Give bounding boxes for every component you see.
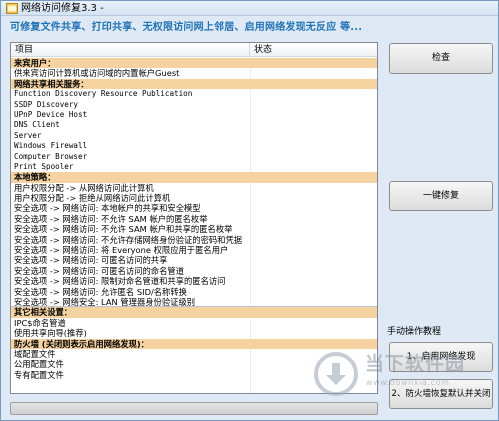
list-item-label: SSDP Discovery (14, 99, 79, 109)
list-item-label: 安全选项 -> 网络访问: 可匿名访问的命名管道 (14, 265, 184, 276)
list-item[interactable]: 安全选项 -> 网络访问: 本地帐户的共享和安全模型 (11, 203, 377, 213)
list-item-label: 供来宾访问计算机或访问域的内置帐户Guest (14, 68, 180, 79)
list-item-label: 使用共享向导(推荐) (14, 328, 87, 339)
list-item[interactable]: DNS Client (11, 120, 377, 130)
title-bar[interactable]: 网络访问修复3.3 - (1, 1, 498, 16)
column-header-status[interactable]: 状态 (250, 43, 377, 57)
progress-bar (10, 402, 378, 415)
list-item-label: 安全选项 -> 网络访问: 限制对命名管道和共享的匿名访问 (14, 276, 226, 287)
watermark-name: 当下软件园 (365, 353, 466, 375)
list-item[interactable]: 用户权限分配 -> 拒绝从网络访问此计算机 (11, 193, 377, 203)
list-item[interactable]: 安全选项 -> 网络访问: 不允许 SAM 帐户和共享的匿名枚举 (11, 224, 377, 234)
list-item-label: 安全选项 -> 网络安全: LAN 管理器身份验证级别 (14, 296, 196, 307)
list-item-label: 防火墙 (关闭则表示启用网络发现)： (14, 338, 149, 349)
list-section-header[interactable]: 本地策略： (11, 172, 377, 183)
list-item[interactable]: UPnP Device Host (11, 110, 377, 120)
list-item[interactable]: Computer Browser (11, 152, 377, 162)
list-item-label: Windows Firewall (14, 141, 88, 151)
list-item-label: 本地策略： (14, 172, 56, 183)
window-title: 网络访问修复3.3 - (21, 3, 104, 14)
list-item-label: 公用配置文件 (14, 359, 64, 370)
list-item-label: Computer Browser (14, 151, 88, 161)
list-item[interactable]: 用户权限分配 -> 从网络访问此计算机 (11, 183, 377, 193)
list-item[interactable]: 安全选项 -> 网络安全: LAN 管理器身份验证级别 (11, 296, 377, 308)
one-click-repair-button[interactable]: 一键修复 (389, 181, 493, 211)
downxia-logo-icon (314, 352, 358, 396)
list-item[interactable]: 使用共享向导(推荐) (11, 328, 377, 338)
list-item[interactable]: 安全选项 -> 网络访问: 将 Everyone 权限应用于匿名用户 (11, 245, 377, 255)
list-section-header[interactable]: 其它相关设置： (11, 307, 377, 318)
list-item-label: Print Spooler (14, 161, 74, 171)
list-item-label: 用户权限分配 -> 从网络访问此计算机 (14, 182, 154, 193)
list-item[interactable]: 安全选项 -> 网络访问: 可匿名访问的命名管道 (11, 266, 377, 276)
list-item-label: 安全选项 -> 网络访问: 将 Everyone 权限应用于匿名用户 (14, 245, 229, 256)
list-item[interactable]: 安全选项 -> 网络访问: 不允许 SAM 帐户的匿名枚举 (11, 214, 377, 224)
manual-tutorial-label: 手动操作教程 (387, 327, 442, 337)
list-section-header[interactable]: 来宾用户： (11, 58, 377, 69)
list-item[interactable]: IPC$命名管道 (11, 318, 377, 328)
list-header: 项目 状态 (11, 43, 377, 57)
list-item[interactable]: 安全选项 -> 网络访问: 不允许存储网络身份验证的密码和凭据 (11, 235, 377, 245)
list-item-label: 安全选项 -> 网络访问: 可匿名访问的共享 (14, 255, 168, 266)
list-item-label: 用户权限分配 -> 拒绝从网络访问此计算机 (14, 193, 171, 204)
list-item[interactable]: Windows Firewall (11, 141, 377, 151)
list-item[interactable]: Server (11, 131, 377, 141)
list-item-label: 安全选项 -> 网络访问: 不允许存储网络身份验证的密码和凭据 (14, 234, 243, 245)
list-item-label: IPC$命名管道 (14, 317, 66, 328)
list-item[interactable]: 安全选项 -> 网络访问: 限制对命名管道和共享的匿名访问 (11, 276, 377, 286)
list-item[interactable]: 安全选项 -> 网络访问: 可匿名访问的共享 (11, 255, 377, 265)
list-item-label: Function Discovery Resource Publication (14, 89, 193, 99)
list-item-label: 安全选项 -> 网络访问: 允许匿名 SID/名称转换 (14, 286, 187, 297)
list-item[interactable]: 安全选项 -> 网络访问: 允许匿名 SID/名称转换 (11, 287, 377, 297)
check-button[interactable]: 检查 (389, 43, 493, 74)
list-item-label: 域配置文件 (14, 348, 56, 359)
feature-banner: 可修复文件共享、打印共享、无权限访问网上邻居、启用网络发现无反应 等... (10, 22, 363, 33)
list-item[interactable]: 供来宾访问计算机或访问域的内置帐户Guest (11, 68, 377, 78)
list-item-label: 网络共享相关服务： (14, 78, 89, 89)
list-item[interactable]: Print Spooler (11, 162, 377, 172)
check-list[interactable]: 项目 状态 来宾用户： 供来宾访问计算机或访问域的内置帐户Guest 网络共享相关服… (10, 42, 378, 394)
list-item-label: 专有配置文件 (14, 369, 64, 380)
app-window-icon (6, 3, 18, 14)
watermark-url: www.downxia.com (366, 378, 450, 387)
list-item-label: Server (14, 130, 42, 140)
list-item-label: 安全选项 -> 网络访问: 不允许 SAM 帐户和共享的匿名枚举 (14, 224, 233, 235)
main-window: 网络访问修复3.3 - 可修复文件共享、打印共享、无权限访问网上邻居、启用网络发… (0, 0, 499, 421)
list-item-label: UPnP Device Host (14, 109, 88, 119)
list-item-label: 安全选项 -> 网络访问: 本地帐户的共享和安全模型 (14, 203, 201, 214)
list-item[interactable]: SSDP Discovery (11, 100, 377, 110)
column-header-item[interactable]: 项目 (11, 43, 250, 57)
list-item-label: 来宾用户： (14, 58, 56, 68)
list-rows: 来宾用户： 供来宾访问计算机或访问域的内置帐户Guest 网络共享相关服务： Func… (11, 58, 377, 380)
list-item-label: 其它相关设置： (14, 307, 73, 318)
list-item-label: DNS Client (14, 120, 60, 130)
list-section-header[interactable]: 网络共享相关服务： (11, 78, 377, 90)
watermark: 当下软件园 www.downxia.com (313, 347, 473, 403)
list-item[interactable]: Function Discovery Resource Publication (11, 89, 377, 99)
list-item-label: 安全选项 -> 网络访问: 不允许 SAM 帐户的匿名枚举 (14, 213, 208, 224)
